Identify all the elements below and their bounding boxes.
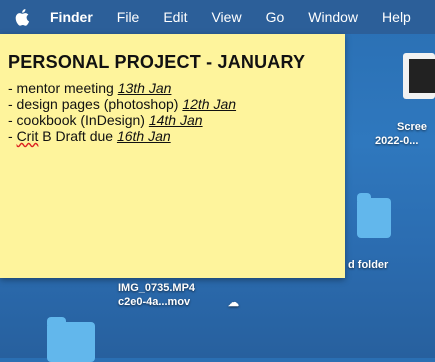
item-misspelled-word: Crit <box>16 128 39 144</box>
list-item: - mentor meeting 13th Jan <box>8 80 236 96</box>
list-item: - cookbook (InDesign) 14th Jan <box>8 112 236 128</box>
folder-label: d folder <box>348 259 389 271</box>
sticky-note[interactable]: PERSONAL PROJECT - JANUARY - mentor meet… <box>0 34 345 278</box>
menu-bar: Finder File Edit View Go Window Help <box>0 0 435 34</box>
apple-menu-icon[interactable] <box>8 8 38 26</box>
item-date: 13th Jan <box>117 80 172 96</box>
menu-view[interactable]: View <box>199 9 253 25</box>
sticky-list: - mentor meeting 13th Jan - design pages… <box>8 80 236 144</box>
item-text: B Draft due <box>38 128 117 144</box>
sticky-title: PERSONAL PROJECT - JANUARY <box>8 52 306 72</box>
icloud-icon: ☁ <box>228 297 239 309</box>
item-text: - design pages (photoshop) <box>8 96 183 112</box>
item-date: 12th Jan <box>182 96 237 112</box>
menu-edit[interactable]: Edit <box>151 9 199 25</box>
menu-go[interactable]: Go <box>254 9 297 25</box>
folder-icon-bottom[interactable] <box>47 317 95 362</box>
item-prefix: - <box>8 128 17 144</box>
folder-icon[interactable] <box>357 193 391 238</box>
item-text: - mentor meeting <box>8 80 118 96</box>
menu-finder[interactable]: Finder <box>38 9 105 25</box>
file-label-line1: IMG_0735.MP4 <box>118 282 196 294</box>
menu-window[interactable]: Window <box>296 9 370 25</box>
item-date: 16th Jan <box>116 128 171 144</box>
list-item: - design pages (photoshop) 12th Jan <box>8 96 236 112</box>
item-date: 14th Jan <box>148 112 203 128</box>
file-label-line2: c2e0-4a...mov <box>118 296 191 308</box>
screenshot-label-line2: 2022-0... <box>375 135 419 147</box>
menu-help[interactable]: Help <box>370 9 423 25</box>
list-item: - Crit B Draft due 16th Jan <box>8 128 236 144</box>
screenshot-label-line1: Scree <box>397 121 427 133</box>
menu-file[interactable]: File <box>105 9 152 25</box>
screenshot-thumbnail[interactable] <box>403 53 435 99</box>
item-text: - cookbook (InDesign) <box>8 112 149 128</box>
